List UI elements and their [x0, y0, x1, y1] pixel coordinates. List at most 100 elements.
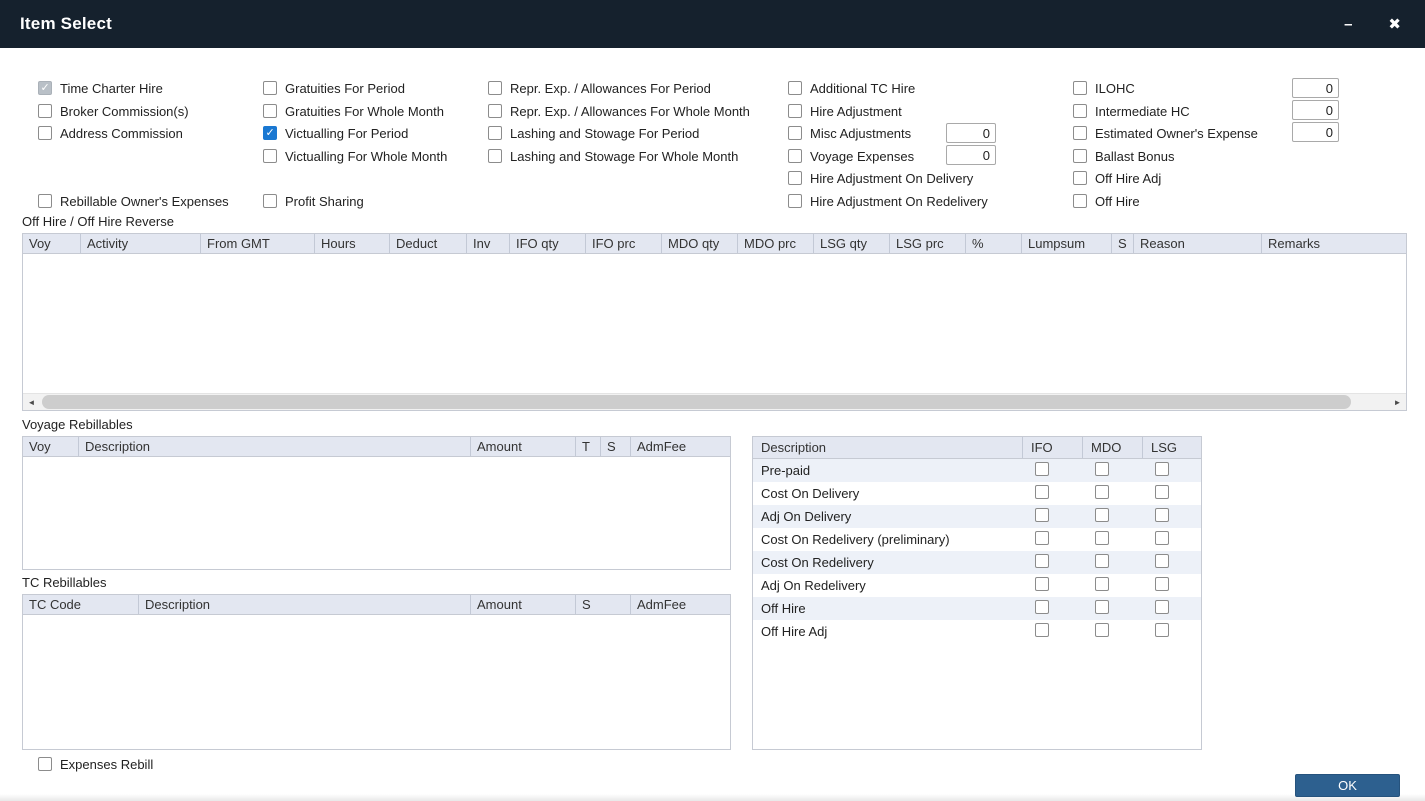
checkbox-broker-commissions[interactable]: Broker Commission(s) [38, 102, 189, 120]
column-header-lsg: LSG [1143, 437, 1201, 458]
checkbox-icon[interactable] [263, 194, 277, 208]
lsg-checkbox[interactable] [1155, 531, 1169, 545]
checkbox-hire-adjustment[interactable]: Hire Adjustment [788, 102, 902, 120]
checkbox-icon[interactable] [788, 194, 802, 208]
voyage-expenses-input[interactable] [946, 145, 996, 165]
checkbox-icon[interactable] [1073, 104, 1087, 118]
checkbox-ilohc[interactable]: ILOHC [1073, 79, 1135, 97]
intermediate-hc-input[interactable] [1292, 100, 1339, 120]
checkbox-icon[interactable] [488, 104, 502, 118]
checkbox-hire-adjustment-on-delivery[interactable]: Hire Adjustment On Delivery [788, 169, 973, 187]
checkbox-icon[interactable] [1073, 149, 1087, 163]
checkbox-repr-exp-allowances-for-period[interactable]: Repr. Exp. / Allowances For Period [488, 79, 711, 97]
checkbox-label: Off Hire [1095, 194, 1140, 209]
column-header-inv: Inv [467, 234, 510, 253]
mdo-checkbox[interactable] [1095, 623, 1109, 637]
checkbox-off-hire-adj[interactable]: Off Hire Adj [1073, 169, 1161, 187]
mdo-checkbox[interactable] [1095, 554, 1109, 568]
checkbox-address-commission[interactable]: Address Commission [38, 124, 183, 142]
close-icon[interactable]: ✖ [1388, 17, 1401, 32]
ifo-checkbox[interactable] [1035, 623, 1049, 637]
checkbox-icon[interactable] [1073, 171, 1087, 185]
cost-row-adj-on-delivery: Adj On Delivery [753, 505, 1201, 528]
column-header-description: Description [753, 437, 1023, 458]
lsg-checkbox[interactable] [1155, 600, 1169, 614]
checkbox-rebillable-owners-expenses[interactable]: Rebillable Owner's Expenses [38, 192, 229, 210]
checkbox-misc-adjustments[interactable]: Misc Adjustments [788, 124, 911, 142]
scroll-right-icon[interactable]: ► [1389, 394, 1406, 411]
checkbox-gratuities-for-whole-month[interactable]: Gratuities For Whole Month [263, 102, 444, 120]
mdo-checkbox[interactable] [1095, 600, 1109, 614]
scrollbar-track[interactable] [40, 394, 1389, 411]
ok-button[interactable]: OK [1295, 774, 1400, 797]
checkbox-hire-adjustment-on-redelivery[interactable]: Hire Adjustment On Redelivery [788, 192, 988, 210]
lsg-checkbox[interactable] [1155, 554, 1169, 568]
checkbox-icon[interactable] [38, 194, 52, 208]
ifo-checkbox[interactable] [1035, 485, 1049, 499]
ifo-checkbox[interactable] [1035, 531, 1049, 545]
checkbox-gratuities-for-period[interactable]: Gratuities For Period [263, 79, 405, 97]
lsg-checkbox[interactable] [1155, 462, 1169, 476]
checkbox-lashing-and-stowage-for-whole-month[interactable]: Lashing and Stowage For Whole Month [488, 147, 738, 165]
checkbox-victualling-for-period[interactable]: Victualling For Period [263, 124, 408, 142]
lsg-checkbox[interactable] [1155, 485, 1169, 499]
lsg-checkbox[interactable] [1155, 577, 1169, 591]
checkbox-icon[interactable] [788, 104, 802, 118]
ifo-checkbox[interactable] [1035, 508, 1049, 522]
cost-row-off-hire: Off Hire [753, 597, 1201, 620]
checkbox-icon[interactable] [263, 81, 277, 95]
checkbox-icon[interactable] [263, 126, 277, 140]
checkbox-icon[interactable] [263, 104, 277, 118]
estimated-owners-expense-input[interactable] [1292, 122, 1339, 142]
checkbox-icon[interactable] [38, 104, 52, 118]
checkbox-off-hire[interactable]: Off Hire [1073, 192, 1140, 210]
horizontal-scrollbar[interactable]: ◄ ► [23, 393, 1406, 410]
mdo-checkbox[interactable] [1095, 462, 1109, 476]
checkbox-icon[interactable] [788, 149, 802, 163]
checkbox-ballast-bonus[interactable]: Ballast Bonus [1073, 147, 1175, 165]
checkbox-icon[interactable] [1073, 126, 1087, 140]
minimize-icon[interactable]: – [1344, 17, 1352, 32]
column-header-mdo: MDO [1083, 437, 1143, 458]
mdo-checkbox[interactable] [1095, 508, 1109, 522]
checkbox-icon[interactable] [788, 126, 802, 140]
ifo-checkbox[interactable] [1035, 554, 1049, 568]
checkbox-icon[interactable] [488, 81, 502, 95]
checkbox-icon[interactable] [38, 126, 52, 140]
column-header-amount: Amount [471, 437, 576, 456]
checkbox-voyage-expenses[interactable]: Voyage Expenses [788, 147, 914, 165]
checkbox-repr-exp-allowances-for-whole-month[interactable]: Repr. Exp. / Allowances For Whole Month [488, 102, 750, 120]
checkbox-icon[interactable] [488, 149, 502, 163]
checkbox-icon[interactable] [1073, 194, 1087, 208]
checkbox-label: Misc Adjustments [810, 126, 911, 141]
mdo-checkbox[interactable] [1095, 577, 1109, 591]
checkbox-icon[interactable] [488, 126, 502, 140]
item-select-dialog: Item Select – ✖ Time Charter Hire Broker… [0, 0, 1425, 801]
checkbox-expenses-rebill[interactable]: Expenses Rebill [38, 755, 153, 773]
checkbox-additional-tc-hire[interactable]: Additional TC Hire [788, 79, 915, 97]
checkbox-label: Profit Sharing [285, 194, 364, 209]
checkbox-icon[interactable] [788, 81, 802, 95]
checkbox-icon[interactable] [1073, 81, 1087, 95]
scrollbar-thumb[interactable] [42, 395, 1351, 409]
ilohc-input[interactable] [1292, 78, 1339, 98]
checkbox-estimated-owners-expense[interactable]: Estimated Owner's Expense [1073, 124, 1258, 142]
ifo-checkbox[interactable] [1035, 462, 1049, 476]
checkbox-icon[interactable] [38, 757, 52, 771]
mdo-checkbox[interactable] [1095, 485, 1109, 499]
lsg-checkbox[interactable] [1155, 508, 1169, 522]
checkbox-victualling-for-whole-month[interactable]: Victualling For Whole Month [263, 147, 447, 165]
checkbox-label: Hire Adjustment On Redelivery [810, 194, 988, 209]
lsg-checkbox[interactable] [1155, 623, 1169, 637]
column-header-t: T [576, 437, 601, 456]
checkbox-icon[interactable] [788, 171, 802, 185]
misc-adjustments-input[interactable] [946, 123, 996, 143]
checkbox-lashing-and-stowage-for-period[interactable]: Lashing and Stowage For Period [488, 124, 699, 142]
ifo-checkbox[interactable] [1035, 577, 1049, 591]
ifo-checkbox[interactable] [1035, 600, 1049, 614]
checkbox-profit-sharing[interactable]: Profit Sharing [263, 192, 364, 210]
scroll-left-icon[interactable]: ◄ [23, 394, 40, 411]
checkbox-intermediate-hc[interactable]: Intermediate HC [1073, 102, 1190, 120]
mdo-checkbox[interactable] [1095, 531, 1109, 545]
checkbox-icon[interactable] [263, 149, 277, 163]
